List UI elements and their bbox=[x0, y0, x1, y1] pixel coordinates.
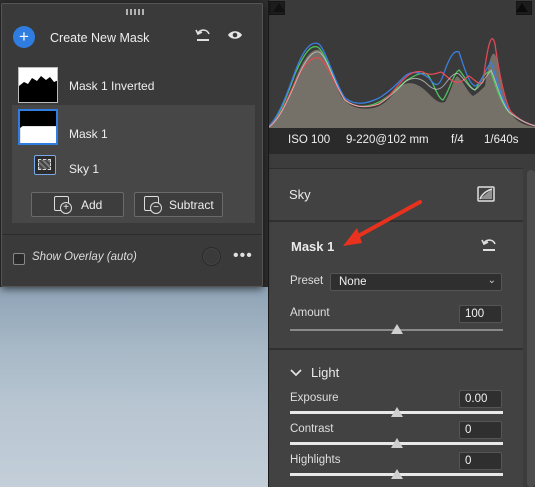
histogram-graph bbox=[269, 38, 535, 128]
mask-settings-scroll-area: Sky Mask 1 Preset None ⌄ Amount 100 Ligh… bbox=[269, 154, 535, 487]
add-label: Add bbox=[81, 198, 103, 212]
preset-value: None bbox=[339, 276, 367, 288]
more-options-icon[interactable]: ••• bbox=[233, 247, 253, 265]
masks-panel: + Create New Mask Mask 1 Inverted Mask 1… bbox=[1, 3, 263, 287]
exposure-slider-thumb[interactable] bbox=[390, 407, 403, 417]
invert-mask-icon[interactable] bbox=[477, 186, 495, 202]
preset-label: Preset bbox=[290, 275, 324, 287]
amount-value-field[interactable]: 100 bbox=[459, 305, 502, 323]
sky-photo bbox=[0, 287, 268, 487]
mask-label[interactable]: Mask 1 bbox=[69, 127, 108, 141]
show-overlay-label[interactable]: Show Overlay (auto) bbox=[32, 251, 137, 263]
chevron-down-icon: ⌄ bbox=[487, 275, 496, 286]
plus-icon: + bbox=[60, 202, 72, 214]
chevron-down-icon[interactable] bbox=[290, 369, 302, 377]
sky-select-icon bbox=[34, 155, 56, 175]
exif-info-bar: ISO 100 9-220@102 mm f/4 1/640s bbox=[269, 128, 535, 154]
light-section-title[interactable]: Light bbox=[311, 365, 339, 380]
mask-item-mask-1-inverted[interactable]: Mask 1 Inverted bbox=[12, 62, 255, 108]
subtract-label: Subtract bbox=[169, 198, 214, 212]
add-button[interactable]: + Add bbox=[31, 192, 124, 217]
mask-label: Mask 1 Inverted bbox=[69, 79, 155, 93]
mask-thumbnail bbox=[18, 109, 58, 145]
panel-scrollbar[interactable] bbox=[527, 170, 535, 487]
component-label[interactable]: Sky 1 bbox=[69, 162, 99, 176]
amount-label: Amount bbox=[290, 307, 330, 319]
amount-slider-thumb[interactable] bbox=[390, 324, 403, 334]
right-edit-panel: ISO 100 9-220@102 mm f/4 1/640s Sky Mask… bbox=[268, 0, 535, 487]
exif-aperture: f/4 bbox=[451, 134, 464, 146]
minus-icon: − bbox=[150, 202, 162, 214]
highlights-slider-thumb[interactable] bbox=[390, 469, 403, 479]
show-overlay-checkbox[interactable] bbox=[13, 253, 25, 265]
reset-mask-icon[interactable] bbox=[481, 238, 497, 252]
overlay-options-bar: Show Overlay (auto) ••• bbox=[2, 234, 262, 282]
mask-thumbnail bbox=[18, 67, 58, 103]
panel-drag-handle[interactable] bbox=[126, 9, 144, 15]
contrast-value-field[interactable]: 0 bbox=[459, 421, 502, 439]
exposure-label: Exposure bbox=[290, 392, 339, 404]
mask-type-header: Sky bbox=[269, 169, 523, 221]
reset-masks-icon[interactable] bbox=[195, 28, 211, 42]
selected-mask-group: Mask 1 Sky 1 + Add − Subtract bbox=[12, 105, 255, 223]
exposure-value-field[interactable]: 0.00 bbox=[459, 390, 502, 408]
mask-name-title: Mask 1 bbox=[291, 239, 335, 254]
highlights-value-field[interactable]: 0 bbox=[459, 452, 502, 470]
mask-settings-panel: Sky Mask 1 Preset None ⌄ Amount 100 Ligh… bbox=[269, 168, 523, 487]
highlights-label: Highlights bbox=[290, 454, 341, 466]
preset-dropdown[interactable]: None ⌄ bbox=[330, 273, 502, 291]
histogram bbox=[269, 0, 535, 128]
contrast-slider-thumb[interactable] bbox=[390, 438, 403, 448]
overlay-color-swatch[interactable] bbox=[202, 247, 221, 266]
section-divider bbox=[269, 348, 523, 350]
eye-icon[interactable] bbox=[227, 29, 243, 41]
create-new-mask-button[interactable]: + bbox=[13, 26, 35, 48]
subtract-button[interactable]: − Subtract bbox=[134, 192, 223, 217]
exif-shutter: 1/640s bbox=[484, 134, 519, 146]
exif-iso: ISO 100 bbox=[288, 134, 331, 146]
section-divider bbox=[269, 220, 523, 222]
create-new-mask-label[interactable]: Create New Mask bbox=[50, 31, 149, 45]
mask-type-label: Sky bbox=[289, 187, 311, 202]
exif-lens: 9-220@102 mm bbox=[346, 134, 429, 146]
contrast-label: Contrast bbox=[290, 423, 334, 435]
